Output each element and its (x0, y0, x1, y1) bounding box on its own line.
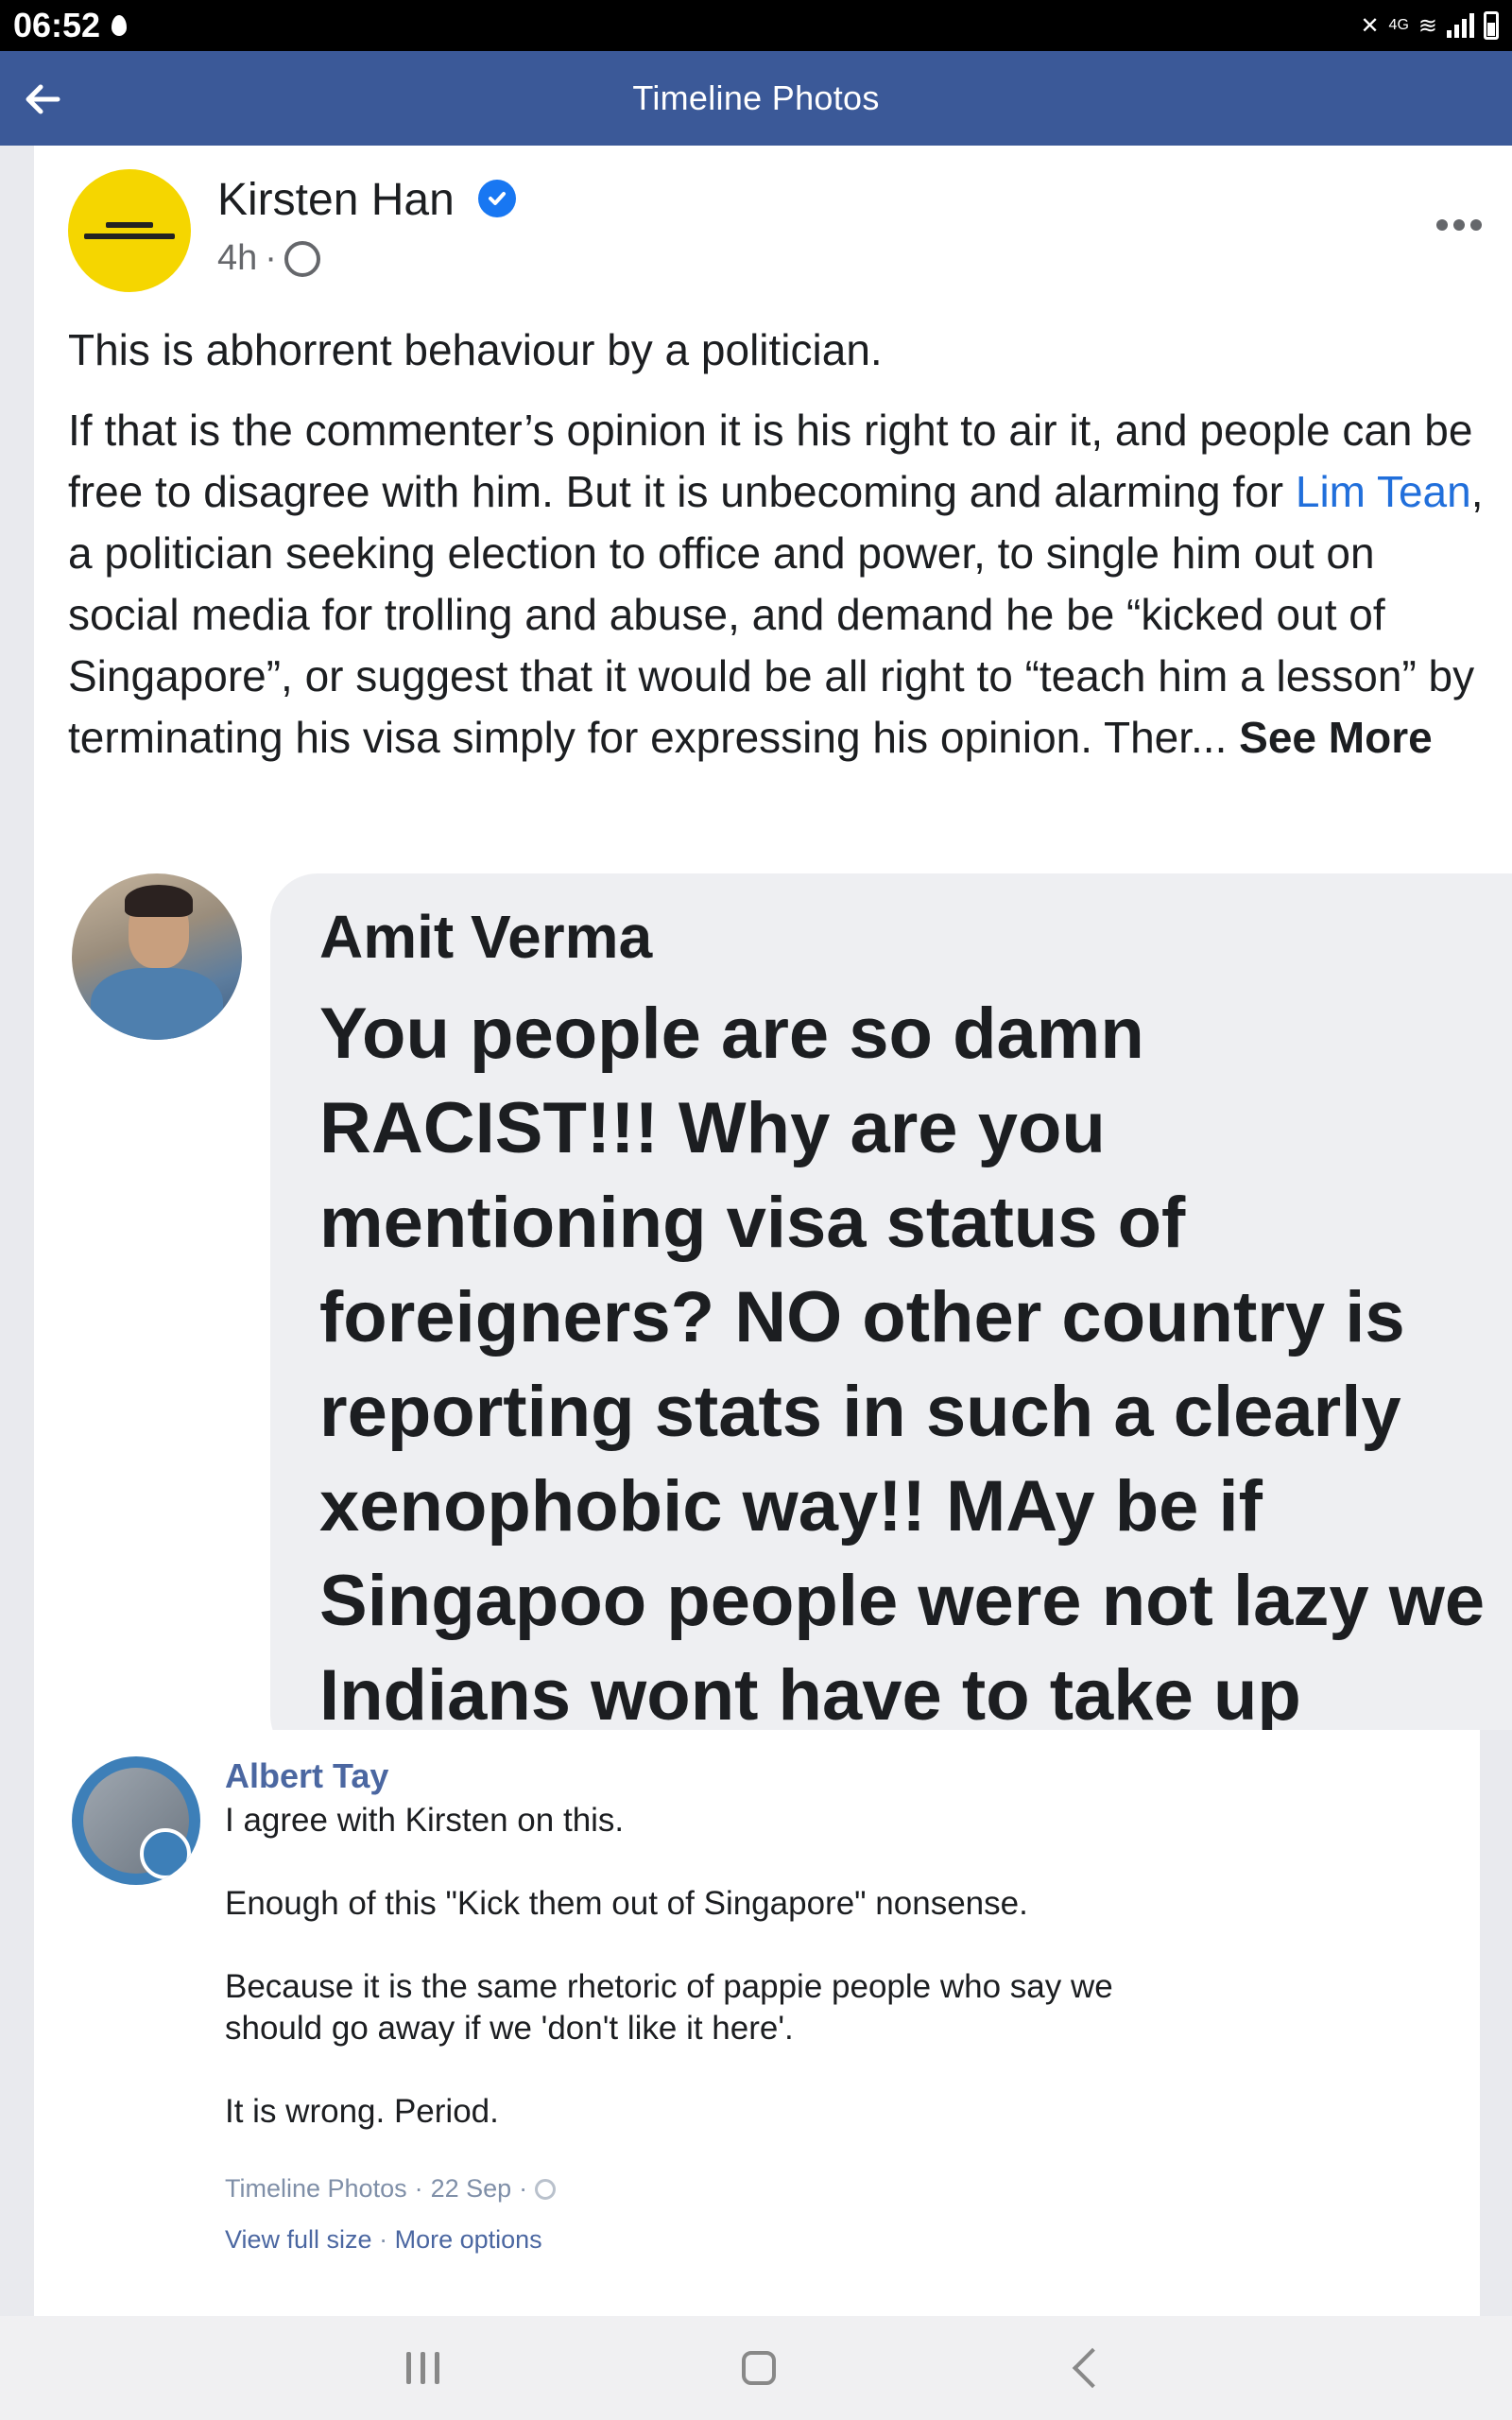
post-author-name[interactable]: Kirsten Han (217, 174, 455, 226)
commenter-name[interactable]: Albert Tay (225, 1756, 388, 1796)
comment-text: I agree with Kirsten on this. Enough of … (225, 1802, 1113, 2130)
battery-icon (1484, 11, 1499, 40)
mention-link[interactable]: Lim Tean (1296, 467, 1471, 516)
see-more-link[interactable]: See More (1239, 713, 1433, 762)
commenter-avatar[interactable] (72, 1756, 200, 1885)
post-body: This is abhorrent behaviour by a politic… (68, 320, 1486, 787)
app-bar: Timeline Photos (0, 51, 1512, 146)
comment-links: View full size · More options (225, 2225, 542, 2255)
commenter-avatar (72, 873, 242, 1040)
meta-date[interactable]: 22 Sep (431, 2174, 512, 2204)
comment-meta: Timeline Photos · 22 Sep · (225, 2174, 557, 2204)
hammer-icon (140, 1828, 191, 1879)
meta-separator: · (519, 2174, 528, 2203)
globe-icon (284, 240, 320, 277)
meta-separator: · (265, 238, 277, 278)
post-card: Kirsten Han 4h · This is abhorrent behav… (34, 146, 1512, 873)
meta-separator: · (414, 2174, 423, 2203)
network-type: 4G (1388, 17, 1409, 33)
meta-source-link[interactable]: Timeline Photos (225, 2174, 407, 2204)
globe-icon (535, 2178, 557, 2200)
page-title: Timeline Photos (632, 78, 880, 117)
more-options-icon[interactable] (1436, 219, 1482, 231)
back-nav-icon[interactable] (1072, 2347, 1112, 2389)
post-meta: 4h · (217, 238, 320, 279)
photo-caption-comment: Albert Tay I agree with Kirsten on this.… (34, 1730, 1480, 2316)
author-avatar[interactable] (68, 169, 191, 292)
commenter-name: Amit Verma (319, 903, 653, 971)
link-separator: · (371, 2225, 395, 2254)
post-text-part1: If that is the commenter’s opinion it is… (68, 406, 1473, 516)
post-paragraph-1: This is abhorrent behaviour by a politic… (68, 325, 883, 374)
status-bar: 06:52 ✕ 4G ≋ (0, 0, 1512, 51)
view-full-size-link[interactable]: View full size (225, 2225, 372, 2254)
screenshot-comment: Amit Verma You people are so damn RACIST… (34, 873, 1512, 1730)
drop-icon (112, 15, 128, 36)
arrow-left-icon (26, 84, 60, 114)
post-paragraph-2: If that is the commenter’s opinion it is… (68, 400, 1486, 769)
recent-apps-icon[interactable] (405, 2352, 439, 2384)
verified-badge-icon (478, 180, 516, 217)
system-nav-bar (0, 2316, 1512, 2420)
more-options-link[interactable]: More options (395, 2225, 542, 2254)
mute-icon: ✕ (1360, 12, 1380, 39)
post-time[interactable]: 4h (217, 238, 257, 279)
status-time: 06:52 (13, 6, 101, 44)
comment-text: You people are so damn RACIST!!! Why are… (319, 994, 1486, 1730)
wifi-icon: ≋ (1418, 12, 1437, 39)
home-icon[interactable] (741, 2351, 776, 2385)
back-button[interactable] (21, 78, 64, 121)
signal-icon (1447, 13, 1474, 38)
